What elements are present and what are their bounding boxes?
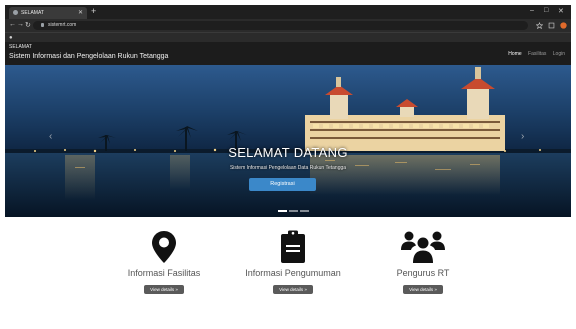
feature-fasilitas-title: Informasi Fasilitas — [127, 268, 201, 278]
nav-home[interactable]: Home — [508, 51, 521, 57]
carousel-indicator[interactable] — [300, 210, 309, 212]
address-text: sistemrt.com — [48, 22, 77, 28]
hero-title: SELAMAT DATANG — [228, 145, 348, 160]
carousel-indicators — [278, 210, 311, 217]
forward-icon[interactable]: → — [17, 21, 24, 28]
map-pin-icon — [152, 231, 176, 263]
carousel-next-icon[interactable]: › — [521, 131, 524, 142]
bookmark-icon[interactable]: ● — [9, 35, 13, 41]
browser-tab[interactable]: SELAMAT ✕ — [9, 7, 87, 19]
site-brand[interactable]: SELAMAT — [9, 44, 32, 50]
site-nav: Home Fasilitas Login — [503, 51, 565, 57]
close-tab-icon[interactable]: ✕ — [78, 7, 83, 19]
extensions-icon[interactable] — [548, 22, 555, 29]
tab-bar: SELAMAT ✕ + – □ ✕ — [5, 5, 571, 19]
carousel-indicator[interactable] — [289, 210, 298, 212]
nav-login[interactable]: Login — [553, 51, 565, 57]
feature-pengumuman-title: Informasi Pengumuman — [245, 268, 341, 278]
fasilitas-details-button[interactable]: View details » — [144, 285, 184, 294]
feature-fasilitas: Informasi Fasilitas View details » — [89, 230, 239, 296]
carousel-indicator[interactable] — [278, 210, 287, 212]
hero-carousel: ‹ › SELAMAT DATANG Sistem Informasi Peng… — [5, 65, 571, 217]
hero-background-image — [5, 65, 571, 217]
favicon-icon — [13, 10, 18, 16]
star-icon[interactable] — [536, 22, 543, 29]
tab-title: SELAMAT — [21, 10, 44, 16]
feature-pengurus-title: Pengurus RT — [396, 268, 450, 278]
hero-subtitle: Sistem Informasi Pengelolaan Data Rukun … — [229, 165, 347, 171]
feature-pengurus: Pengurus RT View details » — [348, 230, 498, 296]
carousel-prev-icon[interactable]: ‹ — [49, 131, 52, 142]
site-header: SELAMAT Sistem Informasi dan Pengelolaan… — [5, 42, 571, 65]
profile-icon[interactable] — [560, 22, 567, 29]
pengurus-details-button[interactable]: View details » — [403, 285, 443, 294]
lock-icon — [41, 22, 44, 27]
minimize-icon[interactable]: – — [530, 7, 534, 14]
bookmarks-bar: ● — [5, 32, 571, 42]
pengumuman-details-button[interactable]: View details » — [273, 285, 313, 294]
address-bar[interactable]: sistemrt.com — [33, 21, 528, 30]
nav-fasilitas[interactable]: Fasilitas — [528, 51, 546, 57]
users-icon — [401, 231, 445, 263]
browser-window: SELAMAT ✕ + – □ ✕ ← → ↻ sistemrt.com ● S… — [5, 5, 571, 326]
maximize-icon[interactable]: □ — [544, 7, 548, 14]
browser-toolbar: ← → ↻ sistemrt.com — [5, 19, 571, 32]
back-icon[interactable]: ← — [9, 21, 16, 28]
reload-icon[interactable]: ↻ — [25, 21, 31, 29]
feature-pengumuman: Informasi Pengumuman View details » — [218, 230, 368, 296]
clipboard-icon — [281, 230, 305, 263]
close-window-icon[interactable]: ✕ — [558, 7, 564, 15]
site-title: Sistem Informasi dan Pengelolaan Rukun T… — [9, 53, 169, 60]
new-tab-button[interactable]: + — [91, 6, 96, 16]
registrasi-button[interactable]: Registrasi — [249, 178, 316, 191]
